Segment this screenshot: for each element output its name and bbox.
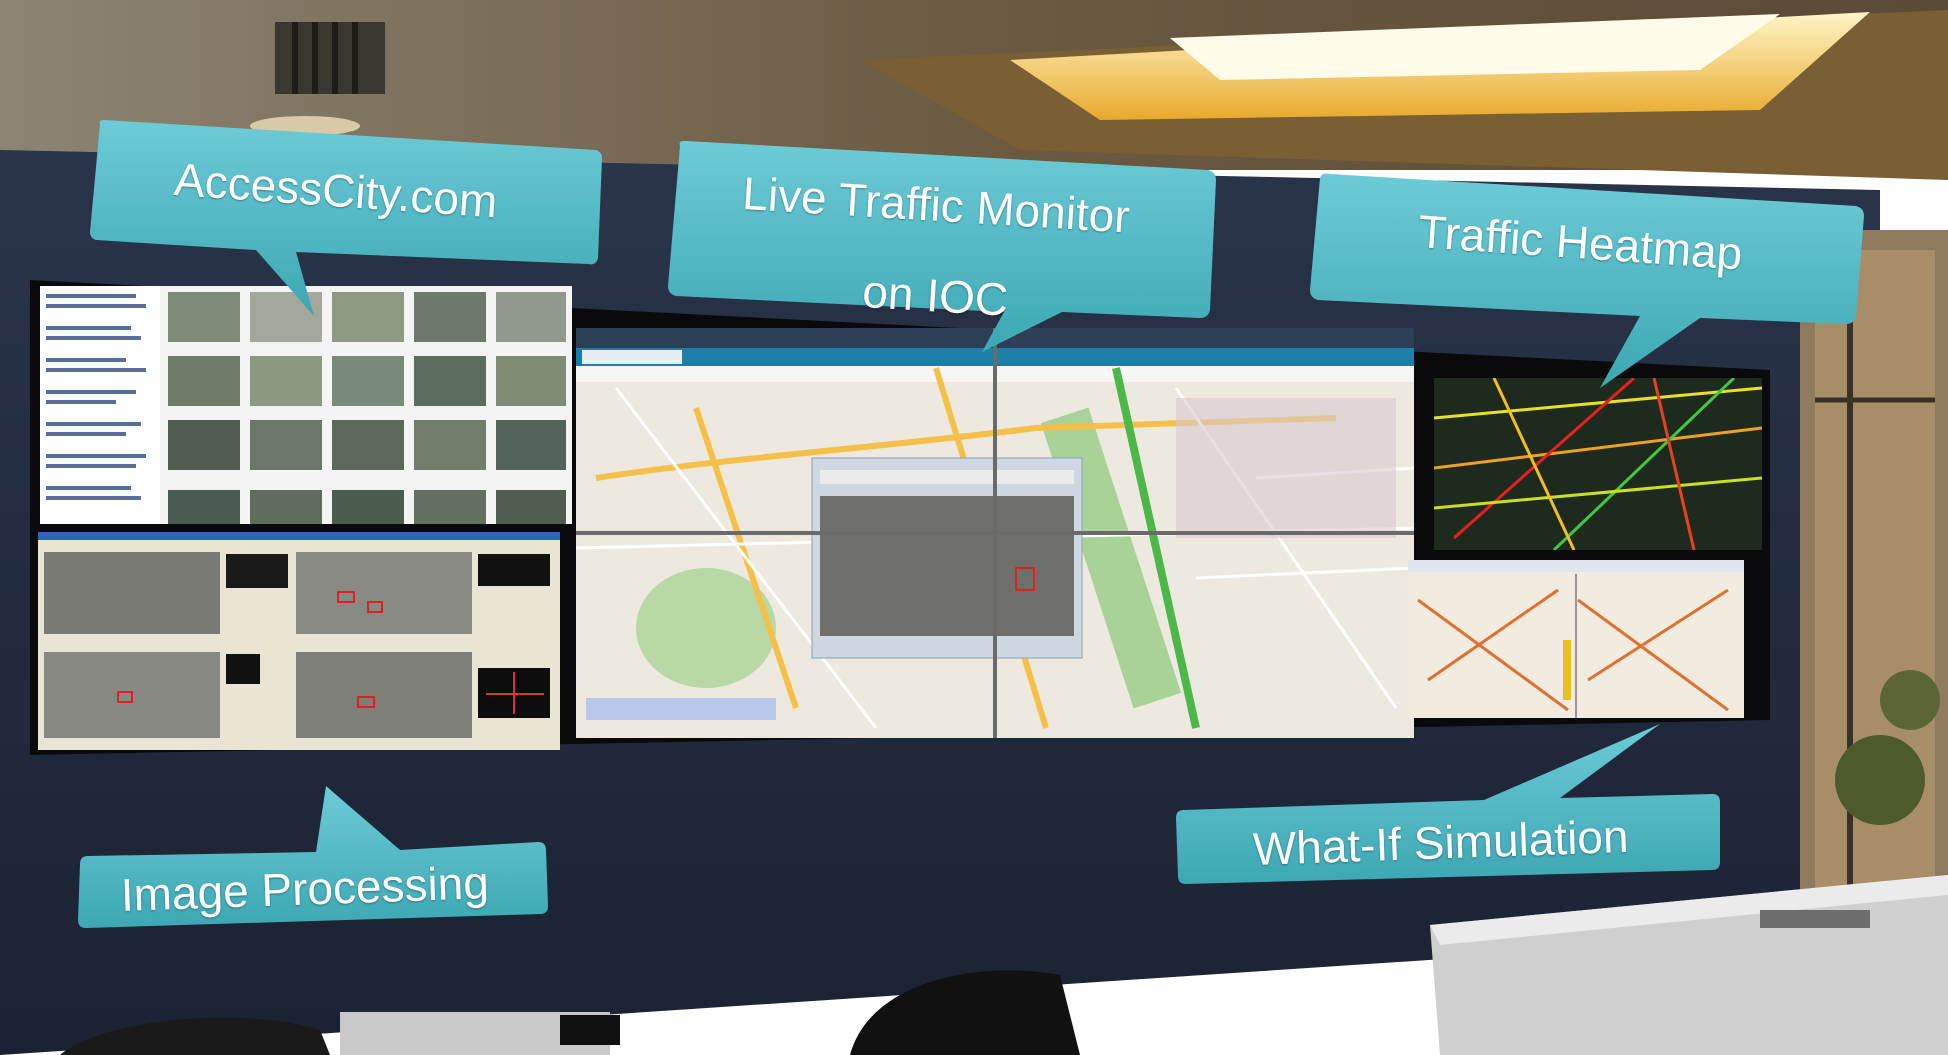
control-room-photo: AccessCity.com Live Traffic Monitor on I… bbox=[0, 0, 1948, 1055]
heatmap-callout-bubble bbox=[1310, 173, 1864, 388]
accesscity-callout-bubble bbox=[90, 120, 602, 316]
image-processing-callout-label: Image Processing bbox=[119, 856, 490, 921]
what-if-callout-label: What-If Simulation bbox=[1251, 809, 1630, 875]
live-traffic-callout-label-line2: on IOC bbox=[861, 265, 1010, 326]
